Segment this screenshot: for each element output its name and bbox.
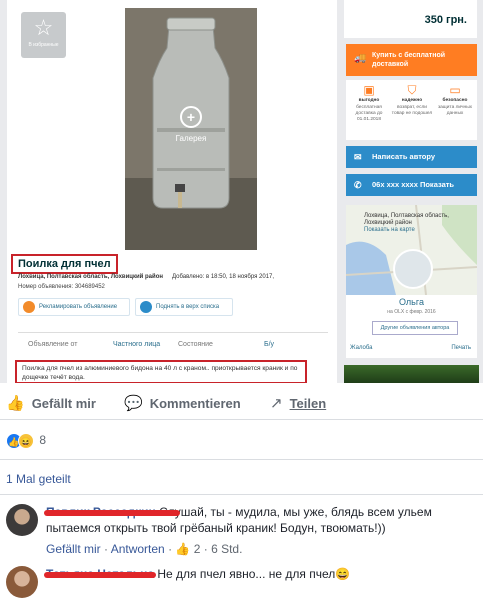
price: 350 грн.: [344, 0, 477, 38]
comment-text: Не для пчел явно... не для пчел😄: [157, 567, 351, 581]
share-arrow-icon: ↗: [270, 395, 283, 412]
divider: [0, 459, 483, 460]
perk-title: выгодно: [358, 98, 380, 103]
perk-title: надежно: [401, 98, 423, 103]
phone-icon: ✆: [354, 180, 362, 190]
comment-label: Kommentieren: [149, 396, 241, 411]
grass-strip: [344, 365, 479, 383]
buy-label: Купить с бесплатной доставкой: [372, 52, 446, 68]
comment-body: Татьяна Натальна Не для пчел явно... не …: [44, 566, 351, 582]
comment-reply-link[interactable]: Antworten: [111, 542, 165, 556]
zoom-icon: +: [180, 106, 202, 128]
star-icon: ☆: [33, 15, 54, 40]
shield-icon: ⛉: [407, 83, 417, 97]
comment-like-count: 2: [193, 542, 201, 556]
details-label-condition: Состояние: [178, 341, 213, 348]
other-ads-button[interactable]: Другие объявления автора: [372, 321, 458, 335]
perks: ▣ выгодно бесплатная доставка до 01.01.2…: [346, 80, 477, 140]
share-count[interactable]: 1 Mal geteilt: [6, 472, 71, 486]
commenter-avatar[interactable]: [6, 566, 38, 598]
comment-1: Павлик Рассадкин Слушай, ты - мудила, мы…: [6, 504, 476, 562]
print-link[interactable]: Печать: [451, 345, 471, 351]
message-label: Написать автору: [372, 152, 436, 161]
perk-reliable: ⛉ надежно возврат, если товар не подошел: [391, 82, 433, 117]
details-table: Объявление от Частного лица Состояние Б/…: [18, 332, 328, 348]
redaction-bar: [44, 510, 180, 516]
like-action[interactable]: 👍 Gefällt mir: [6, 394, 96, 412]
favorite-button[interactable]: ☆ В избранные: [21, 12, 66, 58]
comment-like-link[interactable]: Gefällt mir: [46, 542, 101, 556]
listing-ad-number: Номер объявления: 304689452: [18, 284, 105, 290]
speech-bubble-icon: 💬: [124, 395, 143, 412]
raise-button[interactable]: Поднять в верх списка: [135, 298, 233, 316]
post-actions: 👍 Gefällt mir 💬 Kommentieren ↗ Teilen: [0, 384, 483, 420]
box-icon: ▣: [363, 83, 375, 97]
map-pin: Лохвица, Полтавская область, Лохвицкий р…: [352, 213, 477, 234]
listing-card: ☆ В избранные + Галерея Поилка для пчел …: [7, 0, 337, 383]
reaction-icons: 👍 😆: [6, 433, 36, 449]
listing-description: Поилка для пчел из алюминиевого бидона н…: [15, 360, 307, 383]
map-link[interactable]: Показать на карте: [364, 227, 415, 233]
listing-added-date: Добавлено: в 18:50, 18 ноября 2017,: [172, 274, 275, 280]
message-author-button[interactable]: ✉ Написать автору: [346, 146, 477, 168]
seller-name[interactable]: Ольга: [346, 297, 477, 307]
reaction-summary[interactable]: 👍 😆 8: [6, 433, 46, 449]
listing-screenshot: ☆ В избранные + Галерея Поилка для пчел …: [0, 0, 483, 383]
seller-since: на OLX с февр. 2016: [387, 309, 436, 315]
buy-delivery-button[interactable]: 🚚 Купить с бесплатной доставкой: [346, 44, 477, 76]
gallery-label: Галерея: [175, 134, 207, 143]
phone-label: 06x xxx xxxx Показать: [372, 180, 455, 189]
comment-body: Павлик Рассадкин Слушай, ты - мудила, мы…: [44, 504, 476, 536]
envelope-icon: ✉: [354, 152, 362, 162]
perk-title: безопасно: [442, 98, 468, 103]
divider: [0, 494, 483, 495]
commenter-avatar[interactable]: [6, 504, 38, 536]
redaction-bar: [44, 572, 156, 578]
promote-button[interactable]: Рекламировать объявление: [18, 298, 130, 316]
comment-time[interactable]: 6 Std.: [211, 542, 242, 556]
favorite-label: В избранные: [28, 42, 59, 48]
perk-text: возврат, если товар не подошел: [391, 105, 433, 116]
card-icon: ▭: [449, 83, 461, 97]
comment-2: Татьяна Натальна Не для пчел явно... не …: [6, 566, 476, 598]
promote-label: Рекламировать объявление: [39, 304, 118, 310]
listing-title: Поилка для пчел: [11, 254, 118, 274]
perk-safe: ▭ безопасно защита личных данных: [434, 82, 476, 117]
seller-avatar[interactable]: [393, 249, 433, 289]
complain-link[interactable]: Жалоба: [346, 345, 373, 351]
details-value-condition[interactable]: Б/у: [264, 341, 274, 348]
reaction-count: 8: [39, 433, 47, 448]
thumbs-up-icon: 👍: [6, 395, 25, 412]
truck-icon: 🚚: [354, 53, 367, 64]
listing-sidebar: 350 грн. 🚚 Купить с бесплатной доставкой…: [344, 0, 477, 383]
seller-map-card: Лохвица, Полтавская область, Лохвицкий р…: [346, 205, 477, 358]
details-value-from[interactable]: Частного лица: [113, 341, 160, 348]
megaphone-icon: [23, 301, 35, 313]
share-label: Teilen: [289, 396, 327, 411]
commenter-name[interactable]: Павлик Рассадкин: [44, 505, 180, 519]
map-location: Лохвица, Полтавская область, Лохвицкий р…: [364, 213, 449, 226]
details-label-from: Объявление от: [28, 341, 78, 348]
perk-text: бесплатная доставка до 01.01.2018: [355, 105, 383, 122]
comment-action[interactable]: 💬 Kommentieren: [124, 394, 241, 412]
share-action[interactable]: ↗ Teilen: [270, 394, 326, 412]
refresh-icon: [140, 301, 152, 313]
product-photo[interactable]: + Галерея: [125, 8, 257, 250]
listing-location[interactable]: Лохвица, Полтавская область, Лохвицкий р…: [18, 274, 163, 280]
comment-meta: Gefällt mir · Antworten · 👍 2 · 6 Std.: [46, 542, 243, 556]
show-phone-button[interactable]: ✆ 06x xxx xxxx Показать: [346, 174, 477, 196]
like-label: Gefällt mir: [31, 396, 96, 411]
comment-like-icon: 👍: [175, 542, 191, 556]
perk-text: защита личных данных: [437, 105, 473, 116]
commenter-name[interactable]: Татьяна Натальна: [44, 567, 156, 581]
perk-profitable: ▣ выгодно бесплатная доставка до 01.01.2…: [348, 82, 390, 123]
haha-reaction-icon: 😆: [18, 433, 34, 449]
gallery-button[interactable]: + Галерея: [171, 106, 211, 143]
raise-label: Поднять в верх списка: [156, 304, 220, 310]
